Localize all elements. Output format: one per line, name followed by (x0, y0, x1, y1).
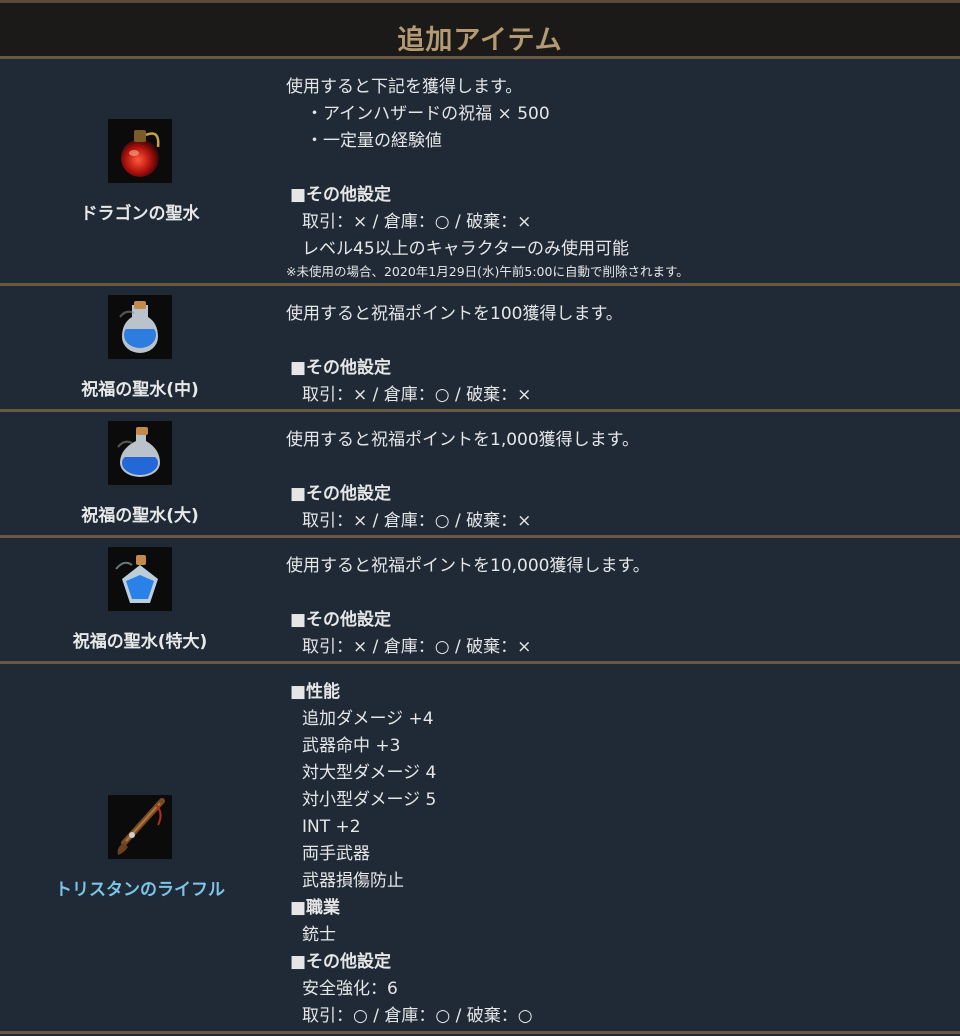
item-name: 祝福の聖水(特大) (72, 632, 208, 652)
reward-line: ・一定量の経験値 (306, 131, 442, 151)
item-description: 使用すると祝福ポイントを10,000獲得します。 ■その他設定 取引：× / 倉… (280, 538, 960, 661)
performance-heading: ■性能 (290, 682, 341, 702)
stat-line: 武器損傷防止 (302, 871, 404, 891)
blue-potion-icon (108, 295, 172, 359)
description-text: 使用すると祝福ポイントを10,000獲得します。 (286, 556, 650, 576)
settings-line: 取引：× / 倉庫：○ / 破棄：× (302, 212, 532, 232)
item-cell: 祝福の聖水(大) (0, 412, 280, 535)
item-description: 使用すると祝福ポイントを1,000獲得します。 ■その他設定 取引：× / 倉庫… (280, 412, 960, 535)
item-name: 祝福の聖水(中) (81, 380, 199, 400)
stat-line: 対小型ダメージ 5 (302, 790, 437, 810)
stat-line: 追加ダメージ +4 (302, 709, 434, 729)
item-row-blessing-water-medium: 祝福の聖水(中) 使用すると祝福ポイントを100獲得します。 ■その他設定 取引… (0, 286, 960, 412)
settings-line: 取引：× / 倉庫：○ / 破棄：× (302, 637, 532, 657)
item-row-tristan-rifle: トリスタンのライフル ■性能 追加ダメージ +4 武器命中 +3 対大型ダメージ… (0, 664, 960, 1034)
settings-line: レベル45以上のキャラクターのみ使用可能 (302, 239, 629, 259)
blue-crystal-potion-icon (108, 547, 172, 611)
item-row-blessing-water-xl: 祝福の聖水(特大) 使用すると祝福ポイントを10,000獲得します。 ■その他設… (0, 538, 960, 664)
stat-line: 武器命中 +3 (302, 736, 401, 756)
item-row-dragon-holy-water: ドラゴンの聖水 使用すると下記を獲得します。 ・アインハザードの祝福 × 500… (0, 59, 960, 286)
section-title: 追加アイテム (397, 25, 563, 56)
item-name: トリスタンのライフル (55, 880, 225, 900)
item-cell: トリスタンのライフル (0, 664, 280, 1031)
description-text: 使用すると祝福ポイントを1,000獲得します。 (286, 430, 639, 450)
settings-line: 安全強化：6 (302, 979, 398, 999)
red-potion-icon (108, 118, 172, 183)
description-text: 使用すると下記を獲得します。 (286, 77, 523, 97)
settings-heading: ■その他設定 (290, 358, 392, 378)
settings-line: 取引：○ / 倉庫：○ / 破棄：○ (302, 1006, 533, 1026)
blue-potion-icon (108, 421, 172, 485)
settings-heading: ■その他設定 (290, 952, 392, 972)
item-cell: 祝福の聖水(中) (0, 286, 280, 409)
class-line: 銃士 (302, 925, 336, 945)
item-cell: 祝福の聖水(特大) (0, 538, 280, 661)
reward-line: ・アインハザードの祝福 × 500 (306, 104, 550, 124)
item-description: ■性能 追加ダメージ +4 武器命中 +3 対大型ダメージ 4 対小型ダメージ … (280, 664, 960, 1031)
item-name: 祝福の聖水(大) (81, 506, 199, 526)
settings-heading: ■その他設定 (290, 484, 392, 504)
settings-line: 取引：× / 倉庫：○ / 破棄：× (302, 511, 532, 531)
item-row-blessing-water-large: 祝福の聖水(大) 使用すると祝福ポイントを1,000獲得します。 ■その他設定 … (0, 412, 960, 538)
item-cell: ドラゴンの聖水 (0, 59, 280, 283)
stat-line: 対大型ダメージ 4 (302, 763, 437, 783)
stat-line: 両手武器 (302, 844, 370, 864)
rifle-icon (108, 795, 172, 859)
item-name: ドラゴンの聖水 (80, 203, 200, 224)
expiry-note: ※未使用の場合、2020年1月29日(水)午前5:00に自動で削除されます。 (286, 264, 689, 279)
settings-line: 取引：× / 倉庫：○ / 破棄：× (302, 385, 532, 405)
settings-heading: ■その他設定 (290, 610, 392, 630)
item-description: 使用すると下記を獲得します。 ・アインハザードの祝福 × 500 ・一定量の経験… (280, 59, 960, 283)
stat-line: INT +2 (302, 817, 361, 837)
item-description: 使用すると祝福ポイントを100獲得します。 ■その他設定 取引：× / 倉庫：○… (280, 286, 960, 409)
section-header: 追加アイテム (0, 3, 960, 59)
settings-heading: ■その他設定 (290, 185, 392, 205)
description-text: 使用すると祝福ポイントを100獲得します。 (286, 304, 623, 324)
class-heading: ■職業 (290, 898, 341, 918)
